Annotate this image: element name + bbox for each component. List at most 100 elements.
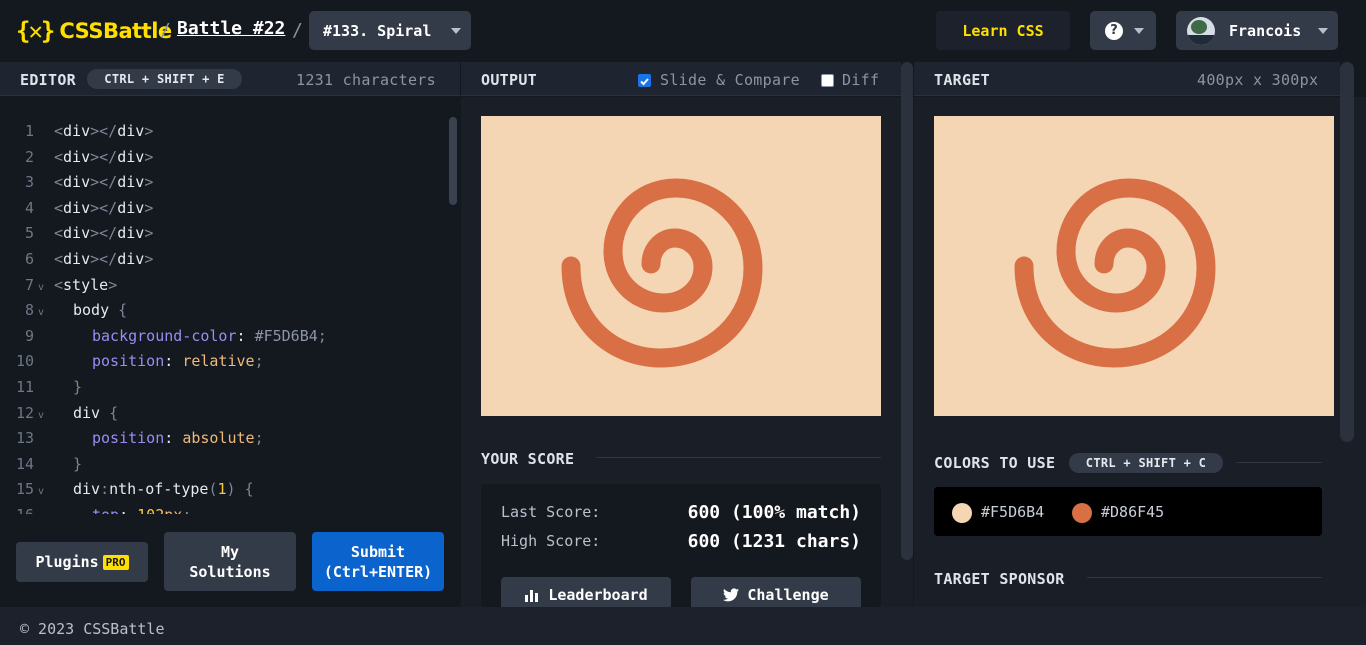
fold-chevron-icon[interactable]: v xyxy=(38,275,44,301)
line-number: 4 xyxy=(24,198,34,217)
code-token: position xyxy=(92,352,165,371)
cssbattle-logo[interactable]: {✕} CSSBattle xyxy=(16,16,172,46)
target-preview xyxy=(934,116,1334,416)
breadcrumb-separator: / xyxy=(292,20,303,41)
output-preview[interactable] xyxy=(481,116,881,416)
battle-link[interactable]: Battle #22 xyxy=(177,18,285,39)
code-token: < xyxy=(54,224,64,243)
code-text: <div></div> xyxy=(54,170,153,196)
code-token: div xyxy=(63,224,91,243)
code-token: > xyxy=(144,250,154,268)
cssbattle-logo-text: CSSBattle xyxy=(59,19,172,43)
fold-chevron-icon[interactable]: v xyxy=(38,300,44,326)
last-score-value: 600 (100% match) xyxy=(687,502,861,523)
code-token: } xyxy=(73,454,83,473)
code-text: } xyxy=(73,375,82,401)
colors-palette: #F5D6B4 #D86F45 xyxy=(934,487,1322,536)
fold-chevron-icon[interactable]: v xyxy=(38,403,44,429)
code-token: ; xyxy=(254,352,264,371)
spiral-art xyxy=(561,178,763,368)
code-token: ; xyxy=(317,326,327,345)
submit-button[interactable]: Submit (Ctrl+ENTER) xyxy=(312,532,444,591)
code-token: { xyxy=(118,301,128,320)
slide-compare-label[interactable]: Slide & Compare xyxy=(660,71,800,89)
color-swatch[interactable] xyxy=(952,503,972,523)
code-token: div xyxy=(117,173,145,192)
code-lines[interactable]: 1 <div></div> 2 <div></div> 3 <div></div> 4 <di… xyxy=(0,119,448,514)
chevron-down-icon xyxy=(451,28,461,34)
my-solutions-button[interactable]: My Solutions xyxy=(164,532,296,591)
code-text: background-color: #F5D6B4; xyxy=(92,324,327,350)
section-divider xyxy=(1236,462,1322,463)
help-menu-button[interactable]: ? xyxy=(1090,11,1156,50)
code-token: < xyxy=(54,198,64,217)
code-token: div xyxy=(117,224,145,243)
check-icon xyxy=(640,78,649,86)
line-number: 7 xyxy=(24,275,34,294)
editor-scrollbar[interactable] xyxy=(449,117,457,205)
code-token: body xyxy=(73,301,119,320)
code-token: } xyxy=(73,378,83,396)
code-token: top xyxy=(92,506,119,514)
target-title: TARGET xyxy=(934,71,990,89)
target-scrollbar[interactable] xyxy=(1340,62,1354,442)
code-text: <div></div> xyxy=(54,145,153,171)
fold-chevron-icon[interactable]: v xyxy=(38,479,44,505)
code-token: style xyxy=(63,275,109,294)
colors-shortcut-badge: CTRL + SHIFT + C xyxy=(1069,453,1223,473)
target-select-label: #133. Spiral xyxy=(323,21,432,40)
code-text: position: absolute; xyxy=(92,426,264,452)
code-token: background-color xyxy=(92,326,237,345)
target-size: 400px x 300px xyxy=(1197,71,1319,89)
code-token: < xyxy=(54,122,64,140)
avatar xyxy=(1187,17,1215,45)
code-text: } xyxy=(73,452,82,478)
high-score-value: 600 (1231 chars) xyxy=(687,531,861,552)
copyright-text: © 2023 CSSBattle xyxy=(20,620,165,638)
diff-label[interactable]: Diff xyxy=(842,71,879,89)
target-select-dropdown[interactable]: #133. Spiral xyxy=(309,11,471,50)
code-token: : xyxy=(236,326,255,345)
footer: © 2023 CSSBattle xyxy=(0,607,1366,645)
code-token: ></ xyxy=(90,147,118,166)
line-number: 3 xyxy=(24,173,34,192)
top-navigation-bar: {✕} CSSBattle / Battle #22 / #133. Spira… xyxy=(0,0,1366,62)
code-text: <div></div> xyxy=(54,196,153,222)
code-token: ></ xyxy=(90,198,118,217)
line-number: 1 xyxy=(24,122,34,140)
code-token: < xyxy=(54,275,64,294)
code-text: body { xyxy=(73,298,127,324)
code-token: ) { xyxy=(226,480,254,499)
code-token: nth-of-type xyxy=(109,480,209,499)
color-hex-label[interactable]: #F5D6B4 xyxy=(981,503,1044,521)
pro-badge: PRO xyxy=(102,554,129,570)
plugins-label: Plugins xyxy=(35,553,99,571)
last-score-label: Last Score: xyxy=(501,503,601,521)
code-token: > xyxy=(144,147,154,166)
plugins-button[interactable]: Plugins PRO xyxy=(16,542,148,582)
leaderboard-label: Leaderboard xyxy=(548,586,648,604)
line-number: 11 xyxy=(15,378,34,396)
editor-title: EDITOR xyxy=(20,71,76,89)
diff-checkbox[interactable] xyxy=(821,74,834,87)
learn-css-button[interactable]: Learn CSS xyxy=(936,11,1070,50)
slide-compare-checkbox[interactable] xyxy=(638,74,651,87)
line-number: 10 xyxy=(15,352,34,371)
spiral-stroke xyxy=(561,178,763,368)
high-score-label: High Score: xyxy=(501,532,601,550)
code-text: <div></div> xyxy=(54,221,153,247)
code-text: <style> xyxy=(54,273,117,299)
code-token: ></ xyxy=(90,224,118,243)
code-text: div { xyxy=(73,401,118,427)
colors-title: COLORS TO USE xyxy=(934,454,1056,472)
code-text: <div></div> xyxy=(54,119,153,145)
color-hex-label[interactable]: #D86F45 xyxy=(1101,503,1164,521)
your-score-title: YOUR SCORE xyxy=(481,450,575,468)
code-token: #F5D6B4 xyxy=(254,326,318,345)
color-swatch[interactable] xyxy=(1072,503,1092,523)
user-menu-button[interactable]: Francois xyxy=(1176,11,1338,50)
code-token: div xyxy=(117,122,145,140)
code-editor[interactable]: 1 <div></div> 2 <div></div> 3 <div></div> 4 <di… xyxy=(0,97,460,607)
output-scrollbar[interactable] xyxy=(901,62,913,560)
code-token: < xyxy=(54,250,64,268)
